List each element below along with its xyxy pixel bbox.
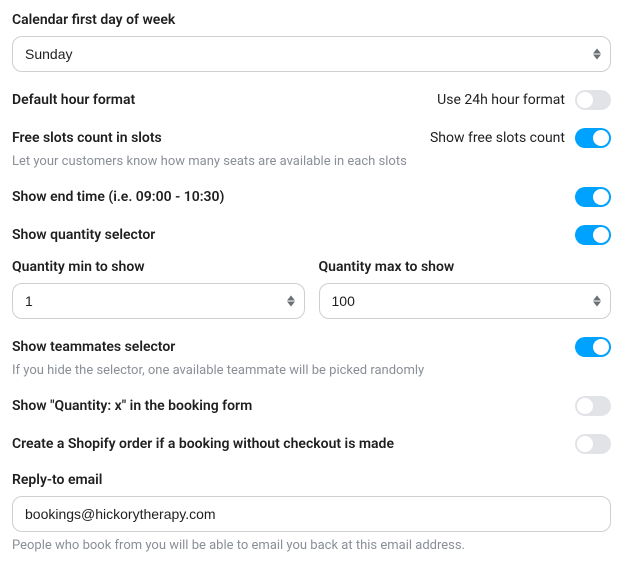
reply-to-input[interactable] bbox=[12, 496, 611, 532]
qty-min-label: Quantity min to show bbox=[12, 259, 305, 275]
show-qtyx-toggle[interactable] bbox=[575, 396, 611, 416]
show-end-toggle[interactable] bbox=[575, 187, 611, 207]
hour-format-toggle[interactable] bbox=[575, 90, 611, 110]
show-qty-toggle[interactable] bbox=[575, 225, 611, 245]
qty-min-value[interactable] bbox=[12, 283, 305, 319]
qty-max-select[interactable] bbox=[319, 283, 612, 319]
hour-format-label: Default hour format bbox=[12, 92, 135, 108]
show-qty-label: Show quantity selector bbox=[12, 227, 155, 243]
qty-max-value[interactable] bbox=[319, 283, 612, 319]
hour-format-right-label: Use 24h hour format bbox=[437, 92, 565, 108]
show-qtyx-label: Show "Quantity: x" in the booking form bbox=[12, 398, 252, 414]
reply-to-help: People who book from you will be able to… bbox=[12, 538, 611, 553]
free-slots-label: Free slots count in slots bbox=[12, 130, 162, 146]
free-slots-help: Let your customers know how many seats a… bbox=[12, 154, 611, 169]
free-slots-right-label: Show free slots count bbox=[430, 130, 565, 146]
first-day-label: Calendar first day of week bbox=[12, 12, 611, 28]
qty-max-label: Quantity max to show bbox=[319, 259, 612, 275]
first-day-select[interactable] bbox=[12, 36, 611, 72]
create-order-toggle[interactable] bbox=[575, 434, 611, 454]
teammates-help: If you hide the selector, one available … bbox=[12, 363, 611, 378]
qty-min-select[interactable] bbox=[12, 283, 305, 319]
free-slots-toggle[interactable] bbox=[575, 128, 611, 148]
first-day-value[interactable] bbox=[12, 36, 611, 72]
show-end-label: Show end time (i.e. 09:00 - 10:30) bbox=[12, 189, 224, 205]
teammates-label: Show teammates selector bbox=[12, 339, 175, 355]
teammates-toggle[interactable] bbox=[575, 337, 611, 357]
create-order-label: Create a Shopify order if a booking with… bbox=[12, 436, 394, 452]
reply-to-label: Reply-to email bbox=[12, 472, 611, 488]
